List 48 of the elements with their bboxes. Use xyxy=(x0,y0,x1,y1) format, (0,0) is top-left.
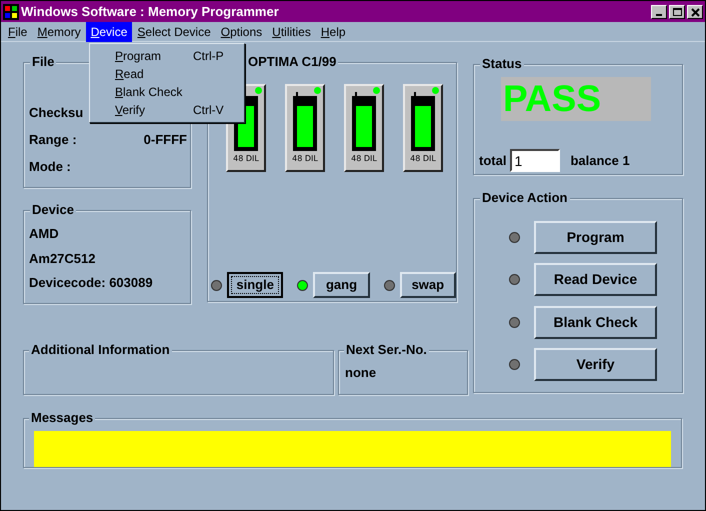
menu-item[interactable]: File xyxy=(3,22,32,42)
maximize-button[interactable] xyxy=(669,4,685,18)
menu-item[interactable]: Options xyxy=(216,22,268,42)
mode-button[interactable]: single xyxy=(227,272,284,298)
balance-label: balance 1 xyxy=(570,152,630,170)
close-icon xyxy=(690,6,700,16)
chip-icon xyxy=(350,92,378,152)
total-label: total xyxy=(479,152,506,170)
mode-button[interactable]: swap xyxy=(400,272,456,298)
device-info: Am27C512 xyxy=(29,250,96,268)
socket-label: 48 DIL xyxy=(410,154,436,164)
action-button[interactable]: Verify xyxy=(534,348,657,382)
total-field[interactable]: 1 xyxy=(510,149,560,172)
group-title: Messages xyxy=(29,410,96,426)
maximize-icon xyxy=(672,6,682,16)
field-value: 0-FFFF xyxy=(144,131,187,149)
action-button[interactable]: Blank Check xyxy=(534,306,657,339)
minimize-button[interactable] xyxy=(651,4,667,18)
shortcut-label: Ctrl-P xyxy=(193,48,224,64)
socket-label: 48 DIL xyxy=(351,154,377,164)
device-info: AMD xyxy=(29,225,59,243)
close-button[interactable] xyxy=(687,4,703,18)
action-button[interactable]: Program xyxy=(534,220,657,254)
field-label: Mode : xyxy=(29,158,71,176)
action-button[interactable]: Read Device xyxy=(534,263,657,296)
chip-icon xyxy=(409,92,437,152)
chip-icon xyxy=(291,92,319,152)
field-label: Checksu xyxy=(29,104,84,122)
menu-item[interactable]: Help xyxy=(316,22,351,42)
menu-option[interactable]: Program xyxy=(115,48,193,64)
socket-label: 48 DIL xyxy=(292,154,318,164)
app-icon xyxy=(3,4,19,20)
field-label: Range : xyxy=(29,131,77,149)
mode-button[interactable]: gang xyxy=(313,272,370,298)
menu-option[interactable]: Blank Check xyxy=(115,84,193,100)
menu-item[interactable]: Device xyxy=(86,22,132,42)
socket-label: 48 DIL xyxy=(233,154,259,164)
window-title: Windows Software : Memory Programmer xyxy=(21,2,280,21)
menu-option[interactable]: Read xyxy=(115,66,193,82)
minimize-icon xyxy=(656,14,662,16)
shortcut-label: Ctrl-V xyxy=(193,102,224,118)
menu-item[interactable]: Utilities xyxy=(267,22,316,42)
menu-item[interactable]: Memory xyxy=(32,22,86,42)
device-info: Devicecode: 603089 xyxy=(29,274,153,292)
serial-value: none xyxy=(345,365,376,380)
result-display: PASS xyxy=(501,77,651,121)
menu-item[interactable]: Select Device xyxy=(132,22,216,42)
menu-option[interactable]: Verify xyxy=(115,102,193,118)
